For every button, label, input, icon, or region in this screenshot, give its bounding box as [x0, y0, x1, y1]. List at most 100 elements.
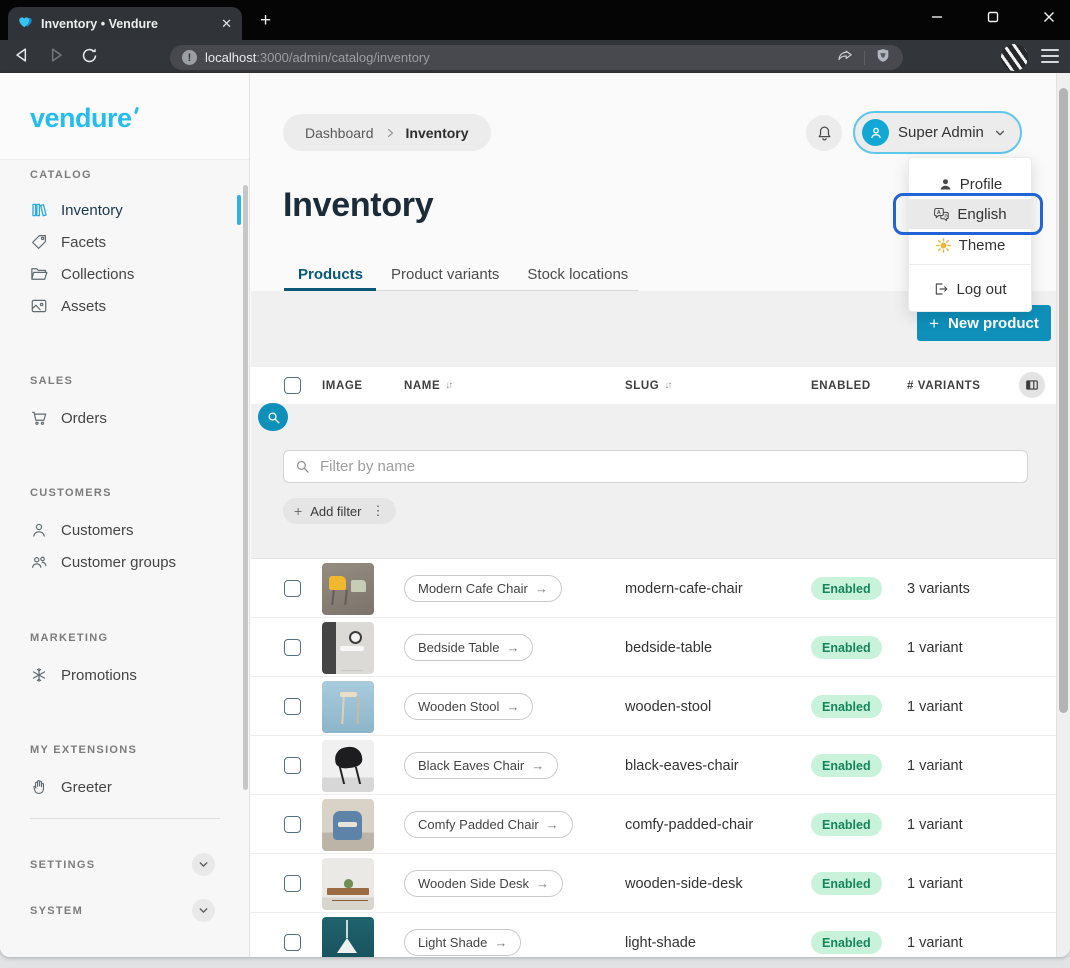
- product-name-link[interactable]: Modern Cafe Chair→: [404, 575, 562, 602]
- row-checkbox[interactable]: [284, 934, 301, 951]
- tab-product-variants[interactable]: Product variants: [377, 261, 513, 287]
- chevron-down-icon: [993, 126, 1007, 140]
- tab-products[interactable]: Products: [284, 261, 377, 287]
- url-bar[interactable]: ! localhost:3000/admin/catalog/inventory: [170, 45, 903, 70]
- sort-icon[interactable]: ↓↑: [445, 380, 451, 391]
- browser-tab-bar: Inventory • Vendure ✕ +: [0, 0, 1070, 40]
- share-icon[interactable]: [837, 47, 854, 69]
- product-name-link[interactable]: Wooden Side Desk→: [404, 870, 563, 897]
- table-row[interactable]: Black Eaves Chair→ black-eaves-chair Ena…: [251, 736, 1056, 795]
- product-slug: black-eaves-chair: [625, 736, 739, 795]
- system-expand-button[interactable]: [192, 899, 215, 922]
- sidebar-item-promotions[interactable]: Promotions: [16, 660, 228, 690]
- back-button[interactable]: [12, 45, 32, 70]
- product-name-link[interactable]: Comfy Padded Chair→: [404, 811, 573, 838]
- forward-button[interactable]: [46, 45, 66, 70]
- maximize-button[interactable]: [978, 3, 1008, 31]
- person-icon: [868, 125, 884, 141]
- table-row[interactable]: Wooden Stool→ wooden-stool Enabled 1 var…: [251, 677, 1056, 736]
- column-settings-button[interactable]: [1019, 372, 1045, 398]
- breadcrumb: Dashboard Inventory: [283, 114, 491, 151]
- menu-item-profile[interactable]: Profile: [909, 169, 1031, 199]
- tab-title: Inventory • Vendure: [41, 17, 213, 31]
- vendure-logo[interactable]: vendure: [30, 103, 132, 134]
- table-row[interactable]: Modern Cafe Chair→ modern-cafe-chair Ena…: [251, 559, 1056, 618]
- row-checkbox[interactable]: [284, 757, 301, 774]
- language-icon: Aあ: [933, 206, 950, 223]
- table-row[interactable]: Bedside Table→ bedside-table Enabled 1 v…: [251, 618, 1056, 677]
- row-checkbox[interactable]: [284, 816, 301, 833]
- reload-button[interactable]: [80, 46, 99, 70]
- minimize-button[interactable]: [922, 3, 952, 31]
- sidebar-item-customer-groups[interactable]: Customer groups: [16, 547, 228, 577]
- close-window-button[interactable]: [1034, 3, 1064, 31]
- product-table-body: Modern Cafe Chair→ modern-cafe-chair Ena…: [251, 558, 1056, 957]
- user-avatar: [862, 119, 889, 146]
- sidebar-scrollbar[interactable]: [243, 185, 248, 790]
- kebab-menu-icon[interactable]: ⋮: [370, 503, 385, 519]
- notifications-button[interactable]: [806, 115, 842, 151]
- tab-stock-locations[interactable]: Stock locations: [513, 261, 642, 287]
- product-slug: wooden-side-desk: [625, 854, 743, 913]
- sidebar-item-inventory[interactable]: Inventory: [16, 195, 228, 225]
- main-content: Dashboard Inventory Super Admin Profile: [251, 73, 1070, 957]
- search-icon: [266, 410, 281, 425]
- product-name-link[interactable]: Black Eaves Chair→: [404, 752, 558, 779]
- status-badge: Enabled: [811, 872, 882, 895]
- table-row[interactable]: Wooden Side Desk→ wooden-side-desk Enabl…: [251, 854, 1056, 913]
- sort-icon[interactable]: ↓↑: [664, 380, 670, 391]
- user-menu-button[interactable]: Super Admin: [853, 111, 1022, 154]
- menu-item-theme[interactable]: Theme: [909, 230, 1031, 260]
- row-checkbox[interactable]: [284, 639, 301, 656]
- filter-field: [283, 450, 1028, 483]
- add-filter-button[interactable]: + Add filter ⋮: [283, 498, 396, 524]
- table-row[interactable]: Comfy Padded Chair→ comfy-padded-chair E…: [251, 795, 1056, 854]
- menu-item-label: Profile: [960, 176, 1003, 193]
- browser-tab[interactable]: Inventory • Vendure ✕: [8, 7, 242, 40]
- search-toggle-button[interactable]: [258, 403, 288, 431]
- product-name-link[interactable]: Wooden Stool→: [404, 693, 533, 720]
- menu-item-logout[interactable]: Log out: [909, 274, 1031, 304]
- sidebar-item-assets[interactable]: Assets: [16, 291, 228, 321]
- table-row[interactable]: Light Shade→ light-shade Enabled 1 varia…: [251, 913, 1056, 957]
- arrow-right-icon: →: [546, 817, 559, 832]
- sidebar-item-orders[interactable]: Orders: [16, 403, 228, 433]
- section-label-settings: SETTINGS: [30, 859, 95, 871]
- product-thumbnail: [322, 681, 374, 733]
- new-tab-button[interactable]: +: [260, 11, 271, 30]
- product-name-link[interactable]: Bedside Table→: [404, 634, 533, 661]
- breadcrumb-dashboard-link[interactable]: Dashboard: [305, 125, 374, 141]
- arrow-right-icon: →: [531, 758, 544, 773]
- sidebar-item-greeter[interactable]: Greeter: [16, 772, 228, 802]
- sidebar-item-collections[interactable]: Collections: [16, 259, 228, 289]
- section-label-extensions: MY EXTENSIONS: [30, 744, 137, 756]
- browser-profile-avatar[interactable]: [1001, 44, 1028, 71]
- tab-close-icon[interactable]: ✕: [221, 17, 232, 30]
- row-checkbox[interactable]: [284, 875, 301, 892]
- browser-menu-icon[interactable]: [1041, 49, 1059, 63]
- sidebar-item-facets[interactable]: Facets: [16, 227, 228, 257]
- active-tab-underline: [284, 288, 376, 291]
- select-all-checkbox[interactable]: [284, 377, 301, 394]
- sidebar-item-label: Promotions: [61, 667, 137, 684]
- scrollbar-thumb[interactable]: [1059, 88, 1068, 713]
- row-checkbox[interactable]: [284, 580, 301, 597]
- product-thumbnail: [322, 858, 374, 910]
- new-product-label: New product: [948, 315, 1039, 332]
- menu-item-language[interactable]: Aあ English: [909, 199, 1031, 229]
- people-icon: [30, 553, 48, 571]
- user-dropdown-menu: Profile Aあ English Theme Log out: [908, 157, 1032, 312]
- settings-expand-button[interactable]: [192, 853, 215, 876]
- row-checkbox[interactable]: [284, 698, 301, 715]
- plus-icon: +: [294, 503, 302, 519]
- page-scrollbar[interactable]: [1056, 73, 1070, 957]
- status-badge: Enabled: [811, 931, 882, 954]
- filter-input[interactable]: [283, 450, 1028, 483]
- brave-shield-icon[interactable]: [875, 47, 891, 69]
- site-info-icon[interactable]: !: [182, 50, 197, 65]
- column-header-slug[interactable]: SLUG↓↑: [625, 367, 670, 404]
- column-header-name[interactable]: NAME↓↑: [404, 367, 451, 404]
- product-name-link[interactable]: Light Shade→: [404, 929, 521, 956]
- svg-text:あ: あ: [944, 213, 948, 218]
- sidebar-item-customers[interactable]: Customers: [16, 515, 228, 545]
